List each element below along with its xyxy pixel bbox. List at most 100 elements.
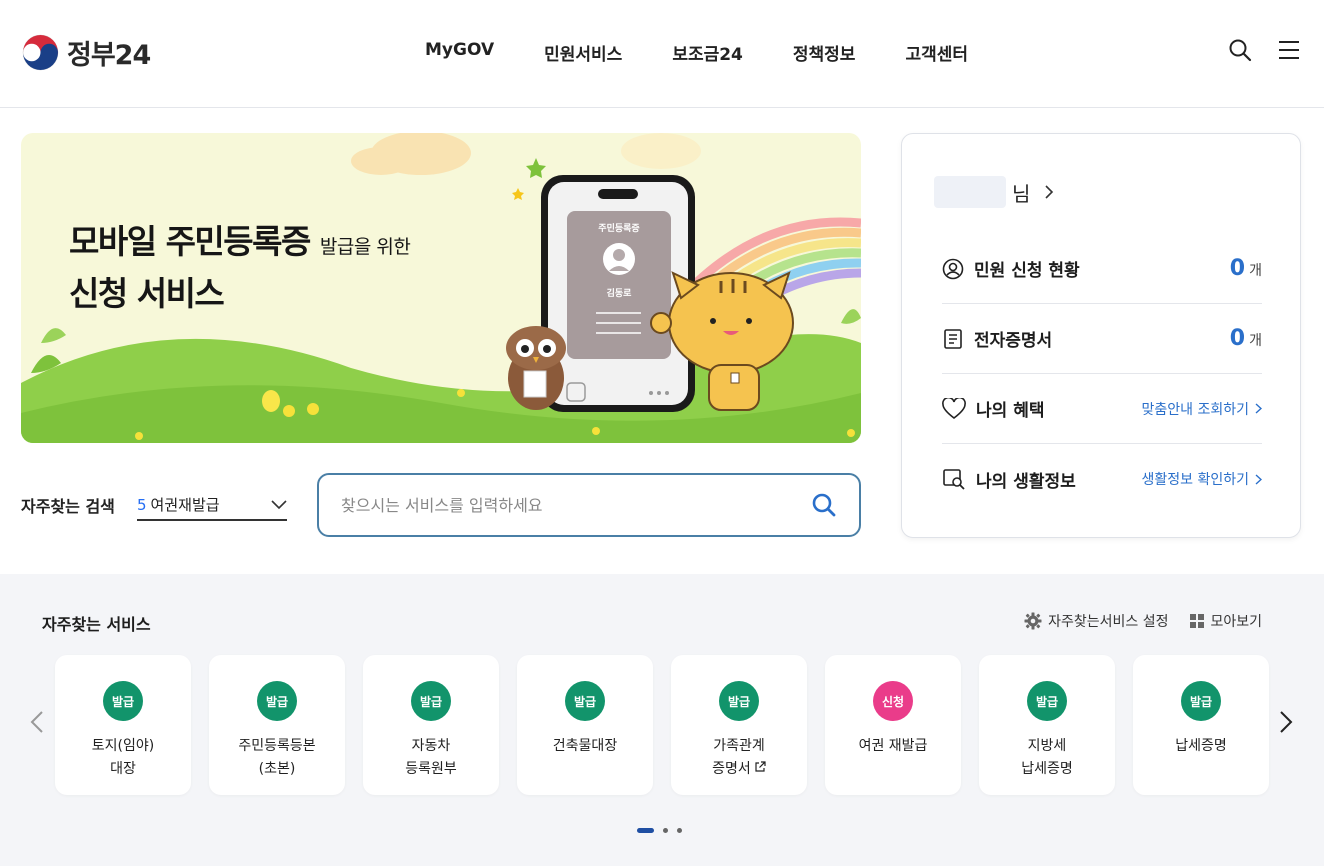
user-name-masked (934, 176, 1006, 208)
carousel-prev-arrow-icon[interactable] (30, 710, 44, 734)
phone-card-title: 주민등록증 (598, 224, 640, 234)
promo-banner[interactable]: 모바일 주민등록증 발급을 위한 신청 서비스 주민등록증 김동로 (21, 133, 861, 443)
custom-guide-link-label: 맞춤안내 조회하기 (1141, 401, 1250, 418)
service-card[interactable]: 신청여권 재발급 (825, 655, 961, 795)
service-card-name: 여권 재발급 (825, 735, 961, 758)
carousel-dot-1[interactable] (637, 828, 654, 833)
frequent-services-tools: 자주찾는서비스 설정 모아보기 (1024, 611, 1262, 631)
e-certificate-count: 0 (1229, 326, 1246, 351)
custom-guide-link[interactable]: 맞춤안내 조회하기 (1141, 399, 1262, 419)
nav-customer-center[interactable]: 고객센터 (880, 40, 993, 65)
nav-mygov[interactable]: MyGOV (400, 40, 519, 65)
service-card-list: 발급 토지(임야) 대장 발급 주민등록등본 (초본) 발급 자동차 등록원부 발급 건축물대… (55, 655, 1269, 795)
user-profile-link[interactable]: 님 (934, 176, 1054, 208)
civil-application-count: 0 (1229, 256, 1246, 281)
phone-card-name: 김동로 (606, 289, 632, 299)
carousel-dot-2[interactable] (663, 828, 668, 833)
logo[interactable]: 정부24 (22, 33, 151, 72)
banner-title: 모바일 주민등록증 발급을 위한 (69, 215, 411, 263)
service-card-name: 토지(임야) 대장 (55, 735, 191, 781)
service-card[interactable]: 발급지방세 납세증명 (979, 655, 1115, 795)
search-submit-icon[interactable] (811, 492, 837, 518)
header-actions (1228, 38, 1300, 62)
chevron-right-icon (1255, 473, 1262, 485)
frequent-search-dropdown[interactable]: 5 여권재발급 (137, 490, 287, 521)
nav-policy-info[interactable]: 정책정보 (768, 40, 881, 65)
chevron-right-icon (1255, 403, 1262, 414)
service-card[interactable]: 발급자동차 등록원부 (363, 655, 499, 795)
my-life-info-row: 나의 생활정보 생활정보 확인하기 (942, 444, 1262, 514)
taegeuk-logo-icon (22, 34, 59, 71)
service-type-badge: 발급 (565, 681, 605, 721)
service-card-name: 납세증명 (1133, 735, 1269, 758)
user-name-suffix: 님 (1012, 181, 1031, 206)
search-icon[interactable] (1228, 38, 1252, 62)
nav-civil-services[interactable]: 민원서비스 (519, 40, 647, 65)
view-all-label: 모아보기 (1210, 614, 1262, 630)
chevron-down-icon (271, 499, 287, 509)
service-card-name-text: 자동차 등록원부 (405, 738, 457, 777)
nav-subsidy24[interactable]: 보조금24 (647, 40, 768, 65)
heart-icon (942, 397, 966, 419)
service-card-name-text: 건축물대장 (552, 738, 618, 754)
service-type-badge: 발급 (1181, 681, 1221, 721)
service-card[interactable]: 발급가족관계 증명서 (671, 655, 807, 795)
frequent-search-label: 자주찾는 검색 (21, 497, 115, 516)
civil-application-unit: 개 (1249, 263, 1262, 279)
external-link-icon (755, 761, 766, 772)
frequent-services-settings-label: 자주찾는서비스 설정 (1048, 614, 1169, 630)
user-panel: 님 민원 신청 현황 0 개 전자증명서 0 개 나의 혜택 맞춤안내 조회하기… (901, 133, 1301, 538)
service-type-badge: 발급 (411, 681, 451, 721)
my-benefits-row: 나의 혜택 맞춤안내 조회하기 (942, 374, 1262, 444)
frequent-search-rank: 5 (137, 496, 147, 514)
banner-title-line2: 신청 서비스 (69, 274, 225, 313)
search-document-icon (943, 469, 965, 490)
service-card-name: 주민등록등본 (초본) (209, 735, 345, 781)
menu-icon[interactable] (1278, 40, 1300, 60)
view-all-button[interactable]: 모아보기 (1190, 611, 1262, 631)
frequent-search-value: 여권재발급 (150, 496, 220, 514)
gear-icon (1024, 612, 1042, 630)
e-certificate-unit: 개 (1249, 333, 1262, 349)
carousel-dot-3[interactable] (677, 828, 682, 833)
service-type-badge: 발급 (719, 681, 759, 721)
header: 정부24 MyGOV 민원서비스 보조금24 정책정보 고객센터 (0, 0, 1324, 108)
service-type-badge: 발급 (1027, 681, 1067, 721)
my-life-info-label: 나의 생활정보 (976, 471, 1076, 492)
main-nav: MyGOV 민원서비스 보조금24 정책정보 고객센터 (400, 40, 993, 65)
banner-title-main: 모바일 주민등록증 (69, 222, 311, 261)
service-card-name: 자동차 등록원부 (363, 735, 499, 781)
service-card-name-text: 납세증명 (1175, 738, 1227, 754)
user-circle-icon (942, 258, 964, 279)
my-benefits-label: 나의 혜택 (976, 401, 1045, 421)
frequent-services-section: 자주찾는 서비스 자주찾는서비스 설정 모아보기 발급 토지(임야) 대장 발급… (0, 574, 1324, 866)
service-card-name-text: 토지(임야) 대장 (91, 738, 155, 777)
document-icon (944, 328, 962, 349)
service-type-badge: 신청 (873, 681, 913, 721)
carousel-pagination (637, 828, 682, 833)
service-card-name-text: 지방세 납세증명 (1021, 738, 1073, 777)
e-certificate-label: 전자증명서 (974, 331, 1053, 351)
service-card-name-text: 주민등록등본 (초본) (238, 738, 316, 777)
service-card-name-text: 여권 재발급 (858, 738, 928, 754)
carousel-next-arrow-icon[interactable] (1279, 710, 1293, 734)
logo-text: 정부24 (67, 40, 151, 71)
service-type-badge: 발급 (103, 681, 143, 721)
frequent-services-settings-button[interactable]: 자주찾는서비스 설정 (1024, 611, 1168, 631)
e-certificate-row[interactable]: 전자증명서 0 개 (942, 304, 1262, 374)
chevron-right-icon (1045, 185, 1054, 199)
service-card[interactable]: 발급건축물대장 (517, 655, 653, 795)
civil-application-status-label: 민원 신청 현황 (974, 261, 1080, 281)
service-type-badge: 발급 (257, 681, 297, 721)
service-card-name: 건축물대장 (517, 735, 653, 758)
banner-title-sub: 발급을 위한 (319, 236, 411, 258)
service-search-input[interactable] (341, 495, 811, 515)
life-info-link-label: 생활정보 확인하기 (1141, 472, 1250, 488)
service-card[interactable]: 발급토지(임야) 대장 (55, 655, 191, 795)
service-card[interactable]: 발급주민등록등본 (초본) (209, 655, 345, 795)
civil-application-status-row[interactable]: 민원 신청 현황 0 개 (942, 234, 1262, 304)
life-info-link[interactable]: 생활정보 확인하기 (1141, 469, 1262, 489)
service-card[interactable]: 발급납세증명 (1133, 655, 1269, 795)
service-card-name: 가족관계 증명서 (671, 735, 807, 781)
service-card-name: 지방세 납세증명 (979, 735, 1115, 781)
